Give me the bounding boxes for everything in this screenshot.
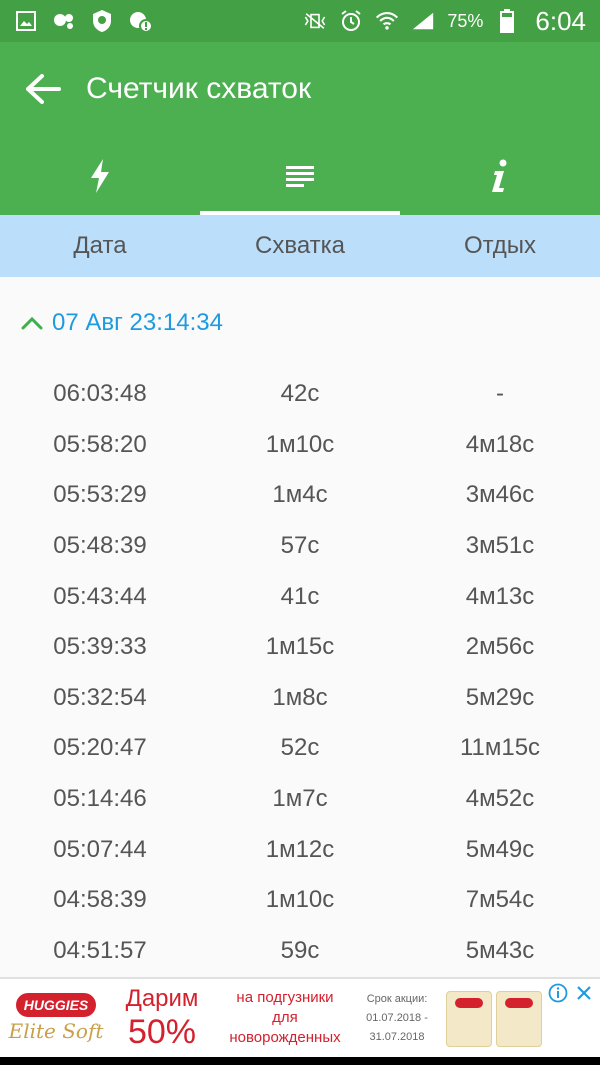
- clock: 6:04: [535, 5, 586, 36]
- row-time: 05:39:33: [53, 633, 147, 661]
- row-contraction: 52с: [280, 734, 320, 762]
- table-row: 05:58:20 1м10с 4м18с: [0, 420, 600, 471]
- battery-percentage: 75%: [447, 10, 484, 31]
- table-row: 04:58:39 1м10с 7м54с: [0, 875, 600, 926]
- ad-terms-line3: 31.07.2018: [369, 1030, 425, 1043]
- row-time: 05:58:20: [53, 430, 147, 458]
- row-time: 05:20:47: [53, 734, 147, 762]
- ad-banner[interactable]: HUGGIES Elite Soft Дарим 50% на подгузни…: [0, 977, 600, 1057]
- row-contraction: 1м10с: [265, 430, 335, 458]
- signal-icon: [411, 9, 435, 33]
- row-contraction: 1м4с: [272, 481, 328, 509]
- column-date: Дата: [73, 232, 127, 259]
- tab-info[interactable]: [400, 136, 600, 215]
- ad-terms-line2: 01.07.2018 -: [366, 1011, 428, 1024]
- session-date: 07 Авг 23:14:34: [52, 309, 223, 336]
- row-rest: 2м56с: [465, 633, 535, 661]
- row-rest: 4м52с: [465, 785, 535, 813]
- table-row: 05:43:44 41с 4м13с: [0, 571, 600, 622]
- table-row: 05:48:39 57с 3м51с: [0, 521, 600, 572]
- row-contraction: 1м10с: [265, 886, 335, 914]
- row-rest: -: [496, 380, 504, 408]
- row-rest: 4м18с: [465, 430, 535, 458]
- info-icon: [492, 159, 507, 192]
- table-row: 05:53:29 1м4с 3м46с: [0, 470, 600, 521]
- row-contraction: 1м7с: [272, 785, 328, 813]
- ad-offer-line1: Дарим: [125, 984, 199, 1012]
- ad-terms: Срок акции: 01.07.2018 - 31.07.2018: [354, 990, 440, 1047]
- ad-info-icon[interactable]: [548, 983, 568, 1003]
- row-rest: 3м46с: [465, 481, 535, 509]
- tab-timer[interactable]: [0, 136, 200, 215]
- baby-app-notification-icon: [52, 9, 76, 33]
- table-row: 05:39:33 1м15с 2м56с: [0, 622, 600, 673]
- row-contraction: 42с: [280, 380, 320, 408]
- ad-close-icon[interactable]: [574, 983, 594, 1003]
- ad-offer: Дарим 50%: [108, 985, 216, 1052]
- table-row: 05:32:54 1м8с 5м29с: [0, 673, 600, 724]
- back-button[interactable]: [0, 42, 86, 136]
- shield-notification-icon: [90, 9, 114, 33]
- chevron-up-icon: [21, 316, 43, 330]
- table-row: 05:07:44 1м12с 5м49с: [0, 824, 600, 875]
- system-nav-bar: [0, 1057, 600, 1065]
- tab-history[interactable]: [200, 136, 400, 215]
- row-contraction: 1м15с: [265, 633, 335, 661]
- row-time: 05:53:29: [53, 481, 147, 509]
- row-time: 04:51:57: [53, 936, 147, 964]
- ad-offer-line2: 50%: [127, 1012, 197, 1051]
- ad-text-line1: на подгузники: [236, 989, 334, 1006]
- row-rest: 11м15с: [459, 734, 541, 762]
- vibrate-mute-icon: [303, 9, 327, 33]
- table-row: 04:51:57 59с 5м43с: [0, 926, 600, 977]
- alarm-icon: [339, 9, 363, 33]
- battery-icon: [495, 9, 519, 33]
- row-contraction: 1м8с: [272, 683, 328, 711]
- ad-text-line2: для: [272, 1009, 298, 1026]
- contraction-rows: 06:03:48 42с - 05:58:20 1м10с 4м18с 05:53:29…: [0, 369, 600, 976]
- row-rest: 4м13с: [465, 582, 535, 610]
- row-time: 05:14:46: [53, 785, 147, 813]
- list-icon: [286, 165, 314, 187]
- tab-bar: [0, 136, 600, 215]
- app-bar: Счетчик схваток: [0, 42, 600, 136]
- gallery-notification-icon: [14, 9, 38, 33]
- ad-sub-brand: Elite Soft: [8, 1019, 104, 1043]
- row-time: 05:07:44: [53, 835, 147, 863]
- row-time: 05:48:39: [53, 532, 147, 560]
- ad-brand: HUGGIES: [15, 993, 97, 1017]
- column-header: Дата Схватка Отдых: [0, 215, 600, 277]
- history-list[interactable]: 07 Авг 23:14:34 06:03:48 42с - 05:58:20 1м1…: [0, 277, 600, 977]
- row-contraction: 59с: [280, 936, 320, 964]
- row-time: 05:43:44: [53, 582, 147, 610]
- session-group-header[interactable]: 07 Авг 23:14:34: [0, 277, 600, 369]
- ad-terms-line1: Срок акции:: [366, 992, 428, 1005]
- wifi-icon: [375, 9, 399, 33]
- column-contraction: Схватка: [255, 232, 345, 259]
- table-row: 05:20:47 52с 11м15с: [0, 723, 600, 774]
- row-time: 05:32:54: [53, 683, 147, 711]
- row-rest: 5м29с: [465, 683, 535, 711]
- app-alert-notification-icon: [128, 9, 152, 33]
- row-rest: 3м51с: [465, 532, 535, 560]
- ad-text: на подгузники для новорожденных: [216, 988, 354, 1048]
- row-rest: 5м49с: [465, 835, 535, 863]
- column-rest: Отдых: [463, 232, 537, 259]
- table-row: 05:14:46 1м7с 4м52с: [0, 774, 600, 825]
- row-time: 04:58:39: [53, 886, 147, 914]
- row-contraction: 41с: [280, 582, 320, 610]
- page-title: Счетчик схваток: [86, 72, 312, 105]
- row-contraction: 57с: [280, 532, 320, 560]
- ad-logo: HUGGIES Elite Soft: [4, 982, 108, 1054]
- row-contraction: 1м12с: [265, 835, 335, 863]
- status-bar: 75% 6:04: [0, 0, 600, 42]
- table-row: 06:03:48 42с -: [0, 369, 600, 420]
- arrow-back-icon: [26, 74, 61, 104]
- ad-text-line3: новорожденных: [229, 1029, 341, 1046]
- row-rest: 5м43с: [465, 936, 535, 964]
- lightning-icon: [91, 158, 109, 193]
- row-rest: 7м54с: [465, 886, 535, 914]
- row-time: 06:03:48: [53, 380, 147, 408]
